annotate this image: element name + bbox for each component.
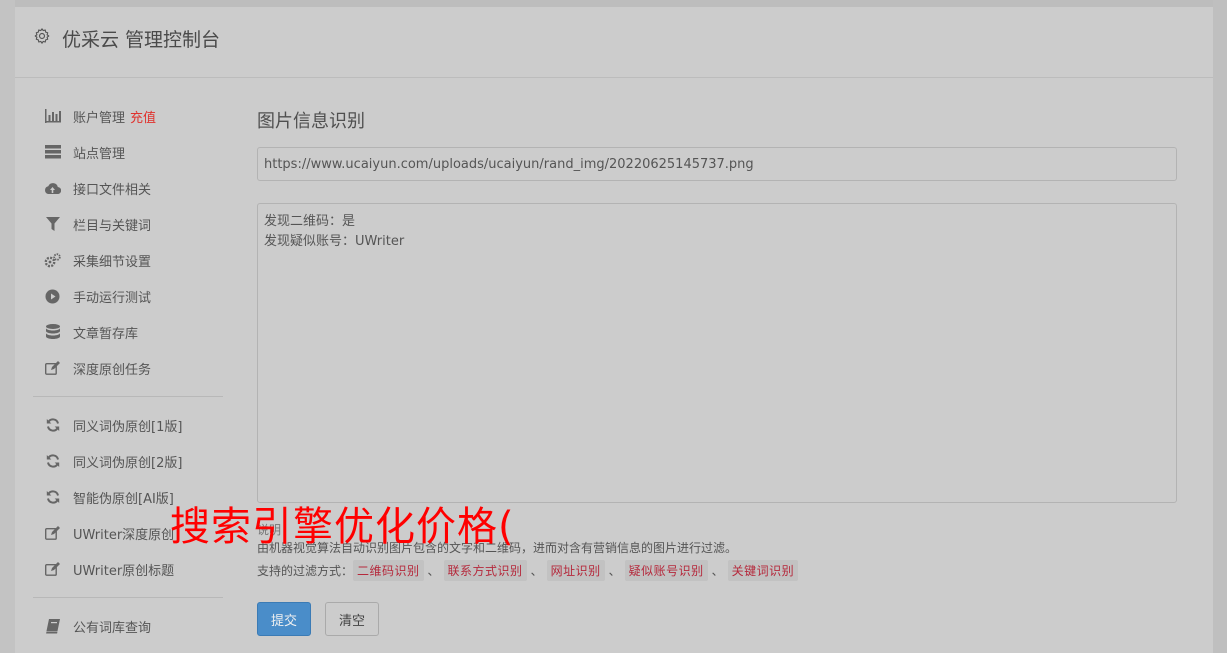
edit-icon: [44, 360, 61, 377]
clear-button[interactable]: 清空: [325, 602, 379, 636]
filter-tag: 关键词识别: [727, 560, 799, 581]
cloud-upload-icon: [44, 180, 61, 197]
sidebar-item-label: 手动运行测试: [73, 290, 152, 306]
filter-separator: 、: [711, 564, 724, 578]
sidebar-item-label: UWriter深度原创: [73, 527, 175, 543]
header: 优采云 管理控制台: [15, 7, 1213, 78]
refresh-icon: [44, 453, 61, 470]
sidebar-item-public-lexicon[interactable]: 公有词库查询: [33, 611, 223, 641]
left-strip: [0, 0, 15, 653]
sidebar-item-label: 账户管理: [73, 110, 126, 126]
sidebar-item-collect-settings[interactable]: 采集细节设置: [33, 245, 223, 275]
sidebar-item-synonym-v1[interactable]: 同义词伪原创[1版]: [33, 410, 223, 440]
overlay-watermark-text: 搜索引擎优化价格(: [170, 504, 515, 550]
filter-icon: [44, 216, 61, 233]
top-strip: [0, 0, 1227, 7]
sidebar-item-synonym-v2[interactable]: 同义词伪原创[2版]: [33, 446, 223, 476]
console-panel: 优采云 管理控制台 账户管理 充值 站点管理 接口文件相关 栏目与关键词 采集细…: [15, 7, 1213, 653]
sidebar-item-label: 同义词伪原创[2版]: [73, 455, 183, 471]
image-url-input[interactable]: [257, 147, 1177, 181]
sidebar-item-sites[interactable]: 站点管理: [33, 137, 223, 167]
result-textarea[interactable]: 发现二维码：是 发现疑似账号：UWriter: [257, 203, 1177, 503]
filter-separator: 、: [530, 564, 543, 578]
edit-icon: [44, 561, 61, 578]
book-icon: [44, 618, 61, 635]
right-scroll-strip: [1213, 0, 1227, 653]
bar-chart-icon: [44, 108, 61, 125]
sidebar-divider: [33, 597, 223, 598]
play-circle-icon: [44, 288, 61, 305]
sidebar-item-manual-test[interactable]: 手动运行测试: [33, 281, 223, 311]
sidebar-item-label: UWriter原创标题: [73, 563, 175, 579]
server-icon: [44, 144, 61, 161]
refresh-icon: [44, 417, 61, 434]
sidebar-item-label: 智能伪原创[AI版]: [73, 491, 174, 507]
sidebar-item-label: 站点管理: [73, 146, 126, 162]
sidebar-item-uwriter-title[interactable]: UWriter原创标题: [33, 554, 223, 584]
sidebar-item-label: 公有词库查询: [73, 620, 152, 636]
filter-methods: 支持的过滤方式： 二维码识别 、 联系方式识别 、 网址识别 、 疑似账号识别 …: [257, 560, 799, 581]
sidebar-item-label: 文章暂存库: [73, 326, 139, 342]
sidebar-item-deep-original-task[interactable]: 深度原创任务: [33, 353, 223, 383]
sidebar-item-label: 栏目与关键词: [73, 218, 152, 234]
database-icon: [44, 324, 61, 341]
filter-tag: 二维码识别: [353, 560, 424, 581]
filter-tag: 疑似账号识别: [624, 560, 708, 581]
sidebar-item-article-store[interactable]: 文章暂存库: [33, 317, 223, 347]
sidebar-item-columns-keywords[interactable]: 栏目与关键词: [33, 209, 223, 239]
filter-separator: 、: [427, 564, 440, 578]
refresh-icon: [44, 489, 61, 506]
recharge-link[interactable]: 充值: [130, 107, 156, 126]
edit-icon: [44, 525, 61, 542]
sidebar-item-label: 接口文件相关: [73, 182, 152, 198]
sidebar-item-label: 深度原创任务: [73, 362, 152, 378]
submit-button[interactable]: 提交: [257, 602, 311, 636]
sidebar-item-label: 同义词伪原创[1版]: [73, 419, 183, 435]
sidebar-item-account[interactable]: 账户管理 充值: [33, 101, 223, 131]
section-title: 图片信息识别: [257, 111, 365, 132]
sidebar-divider: [33, 396, 223, 397]
filter-tag: 联系方式识别: [443, 560, 527, 581]
gears-icon: [44, 252, 61, 269]
sidebar-item-label: 采集细节设置: [73, 254, 152, 270]
filter-tag: 网址识别: [546, 560, 605, 581]
filter-separator: 、: [608, 564, 621, 578]
filters-label: 支持的过滤方式：: [257, 564, 354, 578]
gear-icon: [34, 28, 50, 44]
page-title: 优采云 管理控制台: [62, 29, 221, 51]
sidebar-item-api-files[interactable]: 接口文件相关: [33, 173, 223, 203]
